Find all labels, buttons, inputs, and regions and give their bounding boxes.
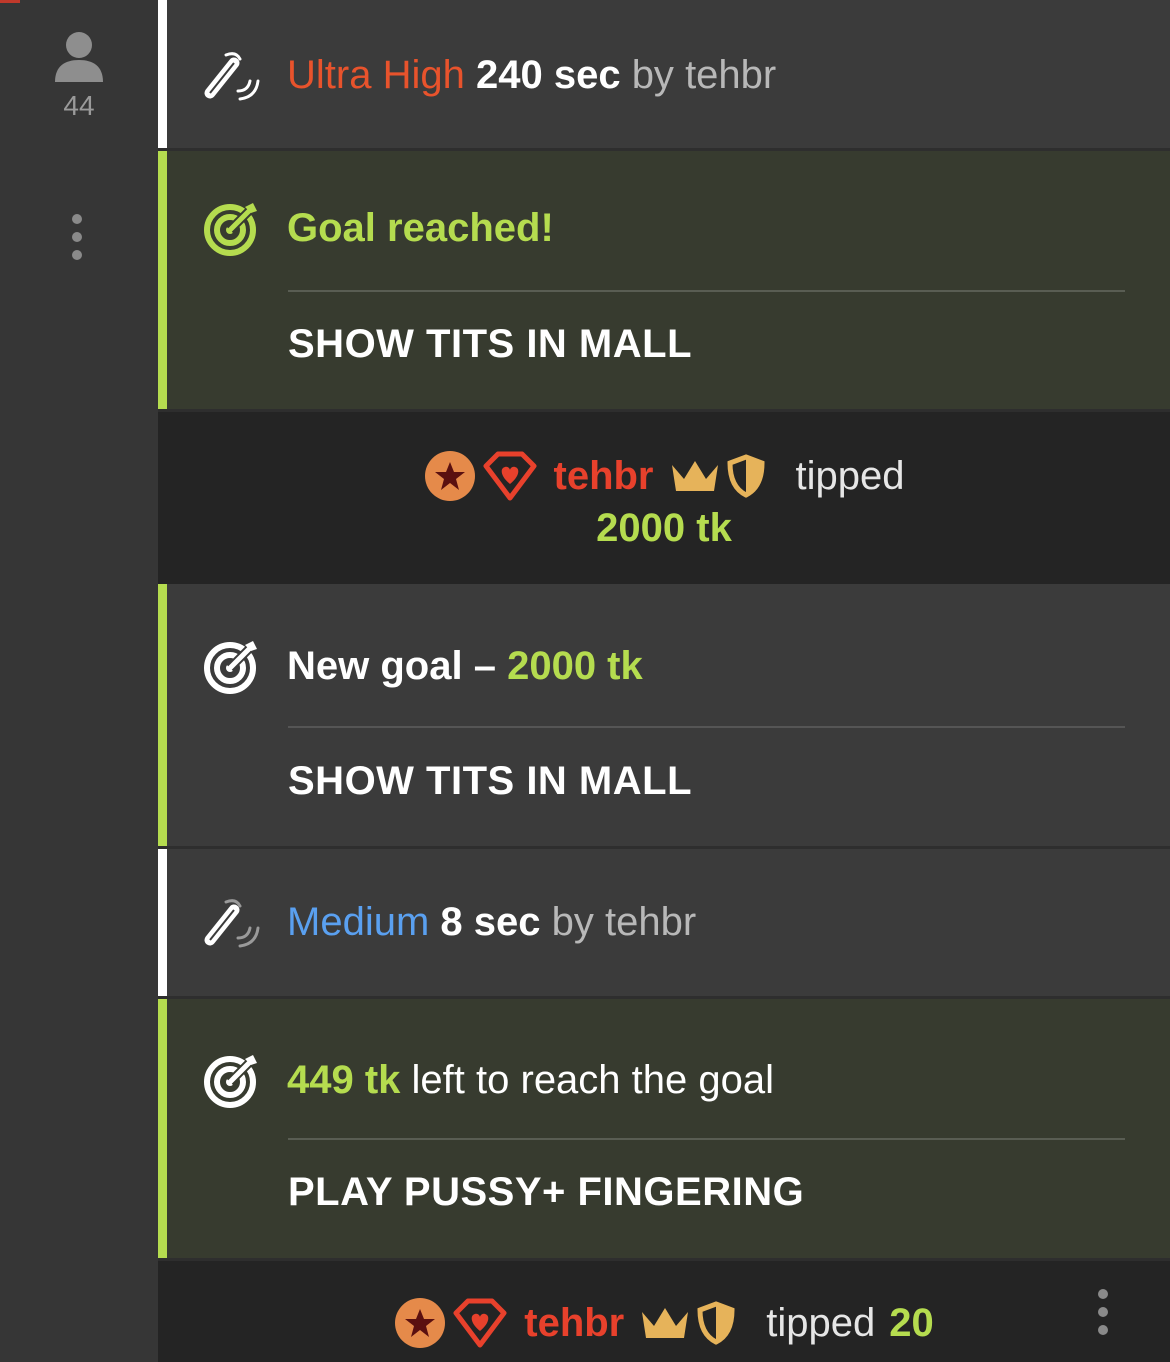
star-badge-icon	[424, 450, 476, 502]
vibe-duration: 240 sec	[475, 52, 621, 97]
user-count: 44	[63, 90, 95, 121]
by-label: by	[551, 899, 594, 944]
target-icon	[203, 637, 261, 695]
chat-feed: Ultra High 240 sec by tehbr Goal reached	[158, 0, 1170, 1362]
tipper-username[interactable]: tehbr	[524, 1301, 624, 1346]
tip-message: tehbr tipped 20	[158, 1261, 1170, 1362]
divider	[288, 290, 1125, 292]
more-vertical-icon[interactable]	[1098, 1289, 1108, 1343]
left-rail: 44	[0, 0, 158, 1362]
vibe-duration: 8 sec	[440, 899, 541, 944]
target-icon	[203, 199, 261, 257]
more-vertical-icon[interactable]	[72, 214, 84, 268]
new-goal-prefix: New goal –	[287, 643, 496, 688]
tip-amount: 20	[889, 1300, 934, 1345]
vibe-level: Ultra High	[287, 52, 465, 97]
goal-reached-message: Goal reached! SHOW TITS IN MALL	[158, 151, 1170, 412]
divider	[288, 1138, 1125, 1140]
goal-progress-message: 449 tk left to reach the goal PLAY PUSSY…	[158, 999, 1170, 1261]
remaining-suffix: left to reach the goal	[411, 1057, 775, 1102]
goal-text: PLAY PUSSY+ FINGERING	[288, 1170, 805, 1214]
shield-icon	[696, 1301, 736, 1345]
viewer-count[interactable]: 44	[0, 30, 158, 122]
lovense-message: Ultra High 240 sec by tehbr	[158, 0, 1170, 151]
crown-icon	[670, 457, 720, 495]
goal-amount: 2000 tk	[507, 643, 643, 688]
tipper-username[interactable]: tehbr	[554, 454, 654, 499]
tipped-label: tipped	[766, 1300, 876, 1345]
user-icon	[55, 32, 103, 82]
new-goal-message: New goal – 2000 tk SHOW TITS IN MALL	[158, 584, 1170, 849]
tip-message: tehbr tipped 2000 tk	[158, 412, 1170, 584]
tipper-username[interactable]: tehbr	[685, 53, 776, 97]
shield-icon	[726, 454, 766, 498]
crown-icon	[640, 1304, 690, 1342]
goal-headline: Goal reached!	[287, 205, 554, 250]
rail-accent	[0, 0, 20, 3]
vibe-level: Medium	[287, 899, 430, 944]
star-badge-icon	[394, 1297, 446, 1349]
lovense-message: Medium 8 sec by tehbr	[158, 849, 1170, 999]
goal-text: SHOW TITS IN MALL	[288, 759, 693, 803]
tip-amount: 2000 tk	[596, 506, 732, 550]
divider	[288, 726, 1125, 728]
diamond-heart-icon	[482, 450, 538, 502]
vibrator-icon	[203, 893, 261, 951]
target-icon	[203, 1051, 261, 1109]
diamond-heart-icon	[452, 1297, 508, 1349]
vibrator-icon	[203, 46, 261, 104]
goal-text: SHOW TITS IN MALL	[288, 322, 693, 366]
by-label: by	[631, 52, 674, 97]
tipped-label: tipped	[795, 453, 905, 498]
tipper-username[interactable]: tehbr	[605, 900, 696, 944]
remaining-amount: 449 tk	[287, 1057, 401, 1102]
